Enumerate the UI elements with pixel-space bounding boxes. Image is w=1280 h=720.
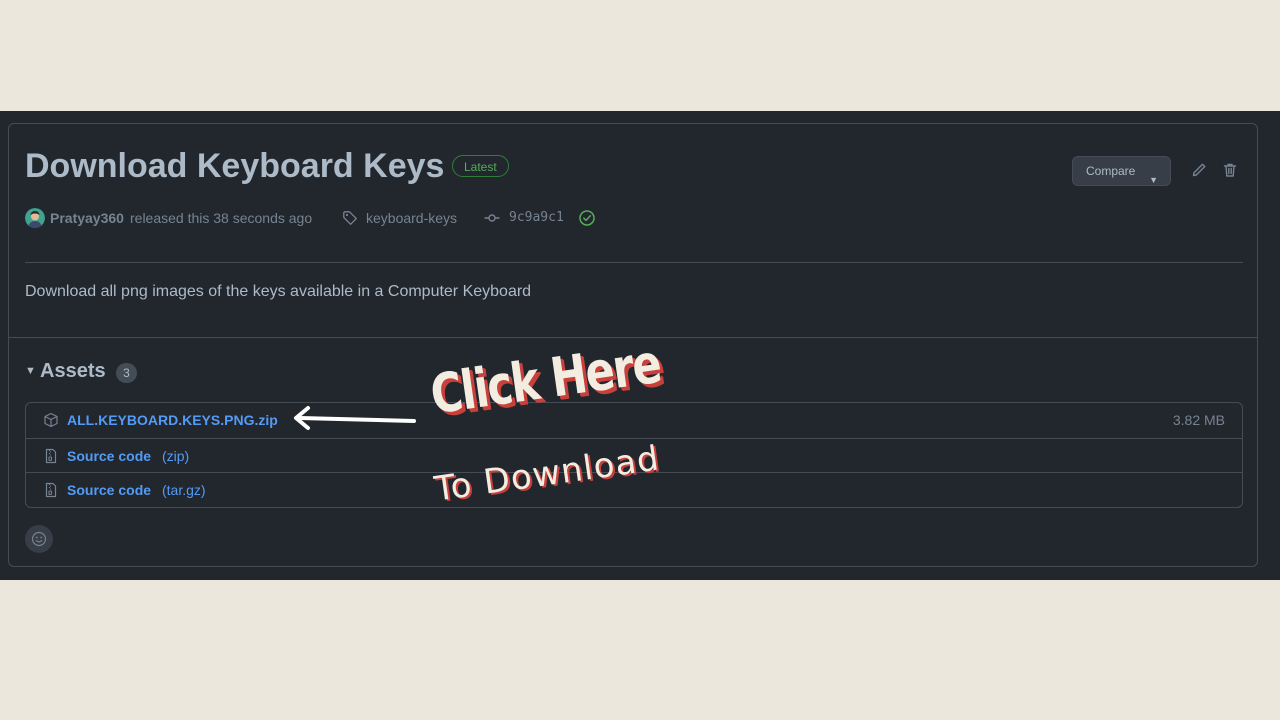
latest-badge: Latest <box>452 155 509 177</box>
commit-link[interactable]: 9c9a9c1 <box>509 208 564 228</box>
pencil-icon[interactable] <box>1191 162 1207 178</box>
smiley-icon <box>31 531 47 547</box>
release-card: Download Keyboard Keys Latest Compare ▼ … <box>8 123 1258 567</box>
trash-icon[interactable] <box>1222 162 1238 178</box>
check-circle-icon <box>579 210 595 226</box>
tag-icon <box>343 211 357 225</box>
triangle-down-icon: ▼ <box>25 365 36 377</box>
release-description: Download all png images of the keys avai… <box>25 283 532 300</box>
asset-size: 3.82 MB <box>1172 412 1225 428</box>
released-text: released this 38 seconds ago <box>130 210 313 226</box>
source-code-targz-link[interactable]: Source code <box>67 481 151 499</box>
file-zip-icon <box>45 482 57 498</box>
tag-link[interactable]: keyboard-keys <box>366 208 457 228</box>
compare-label: Compare <box>1086 164 1136 178</box>
asset-row: Source code (tar.gz) <box>26 472 1242 507</box>
asset-list: ALL.KEYBOARD.KEYS.PNG.zip 3.82 MB Source… <box>25 402 1243 508</box>
source-code-zip-link[interactable]: Source code <box>67 447 151 465</box>
divider <box>25 262 1243 263</box>
git-commit-icon <box>484 214 500 222</box>
release-title[interactable]: Download Keyboard Keys <box>25 144 444 188</box>
add-reaction-button[interactable] <box>25 525 53 553</box>
file-zip-icon <box>45 448 57 464</box>
author-avatar[interactable] <box>25 208 45 228</box>
asset-format[interactable]: (tar.gz) <box>162 481 206 499</box>
package-icon <box>44 412 58 428</box>
asset-download-link[interactable]: ALL.KEYBOARD.KEYS.PNG.zip <box>67 411 278 429</box>
compare-button[interactable]: Compare ▼ <box>1072 156 1171 186</box>
asset-row: Source code (zip) <box>26 438 1242 473</box>
author-link[interactable]: Pratyay360 <box>50 208 124 228</box>
assets-title: Assets <box>40 360 106 382</box>
asset-format[interactable]: (zip) <box>162 447 189 465</box>
divider <box>9 337 1257 338</box>
assets-count-badge: 3 <box>116 363 137 383</box>
caret-down-icon: ▼ <box>1149 175 1158 185</box>
asset-row: ALL.KEYBOARD.KEYS.PNG.zip 3.82 MB <box>26 403 1242 438</box>
